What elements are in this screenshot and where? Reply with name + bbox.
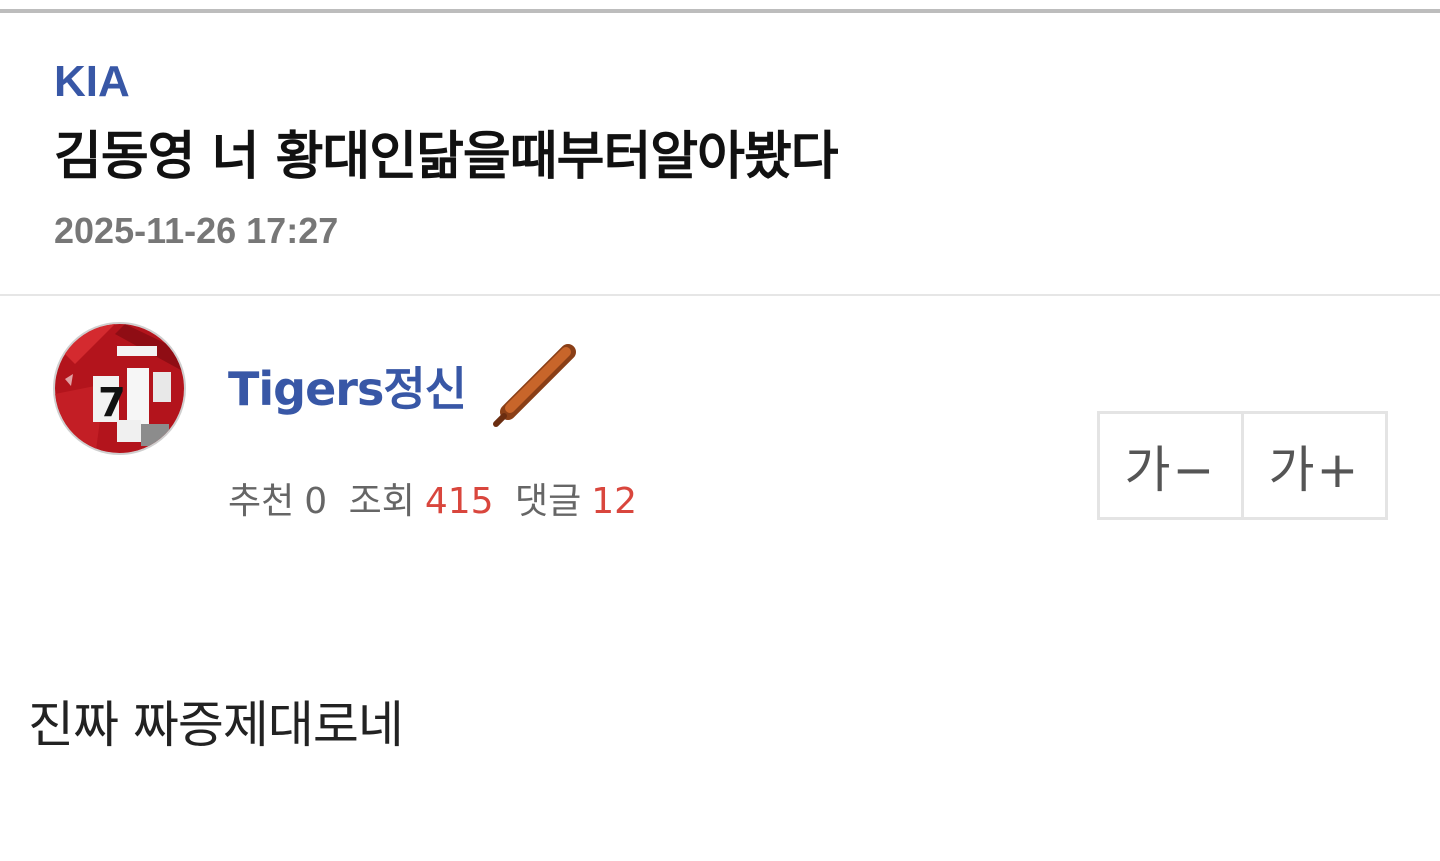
- top-divider: [0, 9, 1440, 13]
- views-count: 415: [424, 481, 494, 522]
- post-title: 김동영 너 황대인닮을때부터알아봤다: [54, 127, 839, 187]
- post-datetime: 2025-11-26 17:27: [54, 210, 339, 251]
- post-body: 진짜 짜증제대로네: [28, 696, 404, 754]
- font-size-controls: 가− 가+: [1097, 411, 1388, 520]
- board-category[interactable]: KIA: [54, 56, 130, 108]
- views-label: 조회: [348, 481, 415, 522]
- jersey-avatar-icon: 7: [55, 324, 184, 453]
- avatar[interactable]: 7: [53, 322, 186, 455]
- baseball-bat-icon: [493, 344, 576, 427]
- post-stats: 추천 0 조회 415 댓글 12: [228, 478, 647, 526]
- header-divider: [0, 294, 1440, 296]
- post-view: KIA 김동영 너 황대인닮을때부터알아봤다 2025-11-26 17:27 …: [0, 0, 1440, 861]
- font-decrease-button[interactable]: 가−: [1100, 414, 1241, 517]
- svg-text:7: 7: [98, 380, 126, 426]
- comments-count[interactable]: 12: [591, 481, 637, 522]
- recommend-count: 0: [304, 481, 328, 522]
- comments-label: 댓글: [515, 481, 582, 522]
- font-increase-button[interactable]: 가+: [1241, 414, 1385, 517]
- author-name[interactable]: Tigers정신: [228, 358, 467, 420]
- recommend-label: 추천: [228, 481, 295, 522]
